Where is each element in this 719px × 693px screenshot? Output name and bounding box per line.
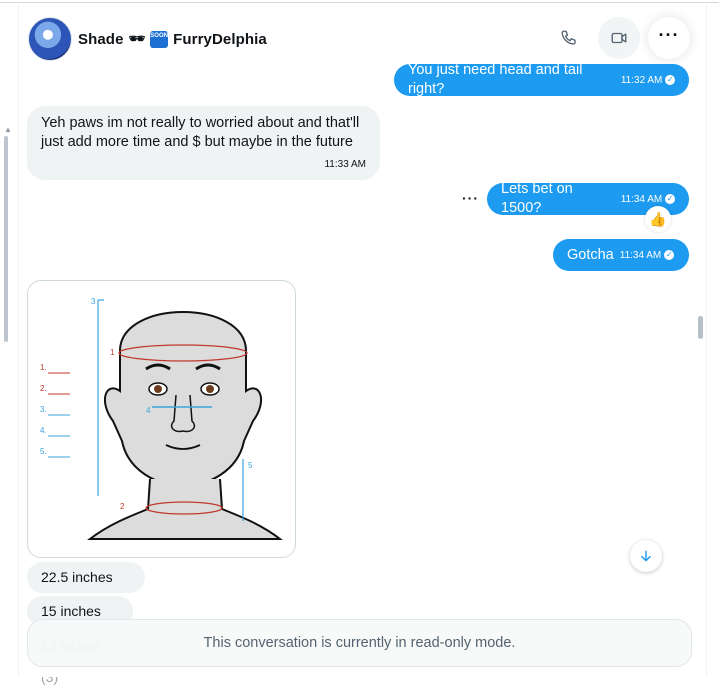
sunglasses-icon: 🕶 (128, 31, 146, 46)
soon-arrow-icon: SOON (150, 30, 169, 48)
message-time: 11:33 AM (324, 159, 366, 170)
bottom-fade (19, 667, 706, 677)
legend-label-3: 3. (40, 405, 47, 414)
left-border (18, 2, 19, 677)
sent-check-icon: ✓ (665, 194, 675, 204)
contact-name-suffix: FurryDelphia (173, 30, 267, 48)
legend-label-2: 2. (40, 384, 47, 393)
read-only-text: This conversation is currently in read-o… (203, 635, 516, 651)
right-border (706, 2, 707, 677)
message-text: Gotcha (567, 246, 614, 263)
phone-icon (561, 30, 576, 45)
sent-check-icon: ✓ (665, 75, 675, 85)
message-time: 11:32 AM (620, 74, 663, 86)
message-text: You just need head and tail right? (408, 62, 583, 97)
top-divider (0, 2, 719, 3)
header-actions: ··· (548, 17, 690, 61)
diagram-number-1: 1 (110, 348, 115, 357)
message-incoming[interactable]: 22.5 inches (1) (27, 562, 145, 616)
diagram-number-5: 5 (248, 461, 253, 470)
diagram-number-3: 3 (91, 297, 96, 306)
message-more-icon[interactable]: ··· (462, 191, 479, 205)
video-icon (611, 32, 627, 44)
diagram-number-4: 4 (146, 406, 151, 415)
read-only-banner: This conversation is currently in read-o… (27, 619, 692, 667)
image-attachment[interactable]: 3 1 2 4 5 1. 2. 3. 4. 5. (27, 280, 296, 558)
legend-label-4: 4. (40, 426, 47, 435)
conversation-header: Shade 🕶 SOON FurryDelphia (28, 17, 267, 61)
message-text: Lets bet on 1500? (501, 181, 573, 216)
video-call-button[interactable] (598, 17, 640, 59)
contact-display-name: Shade (78, 30, 124, 48)
more-options-button[interactable]: ··· (648, 17, 690, 59)
message-time: 11:34 AM (619, 249, 662, 261)
left-scrollbar[interactable]: ▲ (4, 126, 12, 342)
message-text: Yeh paws im not really to worried about … (41, 115, 360, 150)
legend-label-1: 1. (40, 363, 47, 372)
sent-check-icon: ✓ (664, 250, 675, 260)
thumbs-up-reaction-icon[interactable]: 👍 (645, 206, 671, 232)
scroll-to-bottom-button[interactable] (630, 540, 662, 572)
message-outgoing[interactable]: You just need head and tail right? 11:32… (394, 62, 689, 97)
legend-label-5: 5. (40, 447, 47, 456)
head-measurement-diagram: 3 1 2 4 5 1. 2. 3. 4. 5. (40, 297, 283, 540)
scroll-up-arrow-icon[interactable]: ▲ (4, 126, 12, 134)
message-incoming[interactable]: Yeh paws im not really to worried about … (27, 106, 380, 180)
more-icon: ··· (658, 25, 680, 45)
conversation-scrollbar-thumb[interactable] (698, 316, 703, 339)
message-outgoing[interactable]: Gotcha 11:34 AM ✓ (553, 239, 689, 271)
arrow-down-icon (641, 550, 651, 562)
avatar[interactable] (28, 17, 72, 61)
contact-name[interactable]: Shade 🕶 SOON FurryDelphia (78, 30, 267, 48)
diagram-number-2: 2 (120, 502, 125, 511)
voice-call-button[interactable] (548, 17, 590, 59)
left-scrollbar-thumb[interactable] (4, 136, 8, 342)
